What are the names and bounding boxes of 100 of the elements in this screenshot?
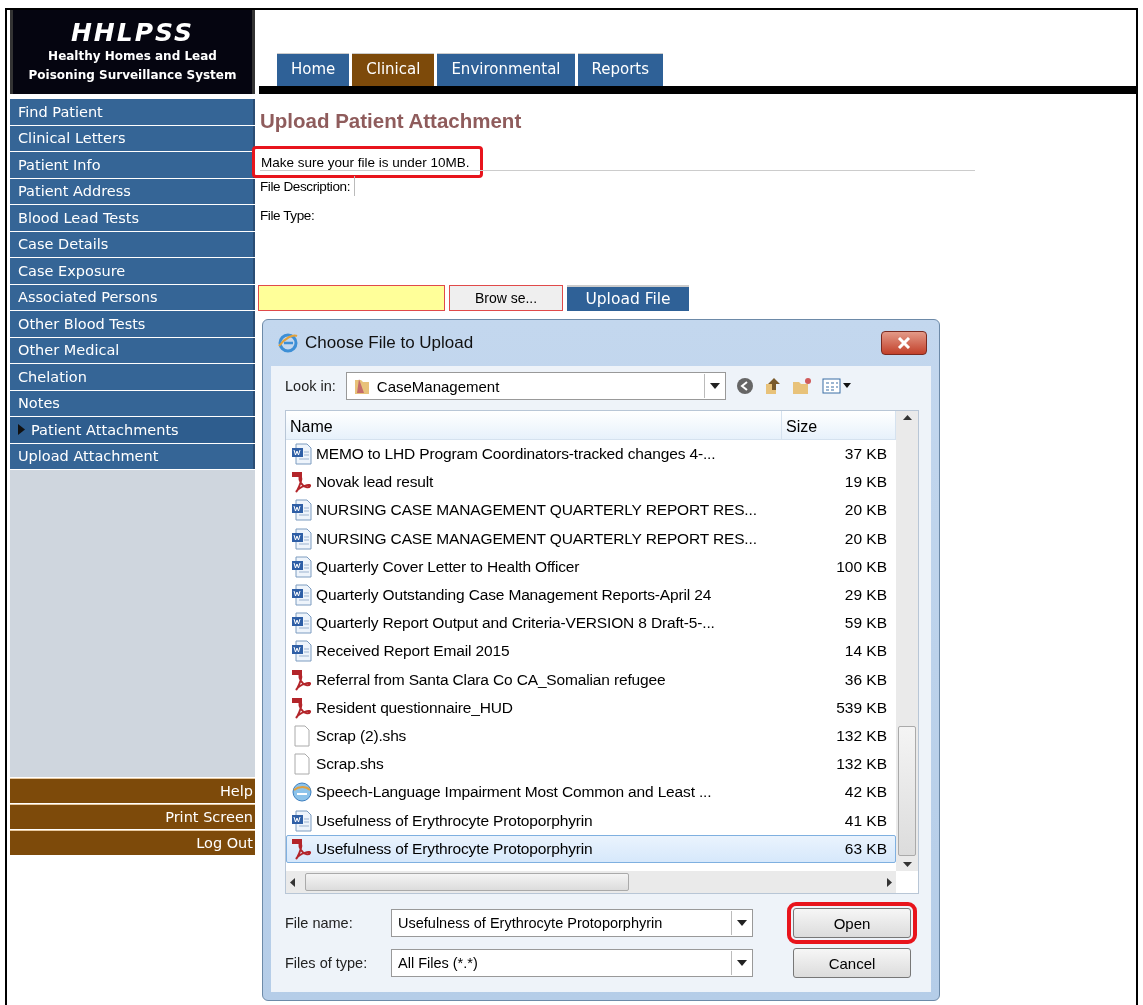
sidebar-item[interactable]: Notes: [10, 390, 255, 416]
sidebar-footer-link[interactable]: Log Out: [10, 830, 255, 855]
view-menu-icon[interactable]: [821, 378, 852, 394]
file-row[interactable]: Usefulness of Erythrocyte Protoporphyrin 41 KB: [286, 806, 896, 835]
file-name: Usefulness of Erythrocyte Protoporphyrin: [316, 811, 593, 830]
file-size: 63 KB: [843, 839, 888, 858]
file-name: Speech-Language Impairment Most Common and Least ...: [316, 783, 712, 802]
file-name: Novak lead result: [316, 473, 434, 492]
file-row[interactable]: Usefulness of Erythrocyte Protoporphyrin 63 KB: [286, 834, 896, 863]
sidebar-item[interactable]: Chelation: [10, 364, 255, 390]
dropdown-caret-icon[interactable]: [737, 960, 747, 966]
close-button[interactable]: [881, 331, 927, 355]
pdf-document-icon: [291, 471, 313, 494]
nav-tab[interactable]: Reports: [577, 53, 664, 86]
file-row[interactable]: Novak lead result 19 KB: [286, 468, 896, 497]
file-row[interactable]: Referral from Santa Clara Co CA_Somalian refugee 36 KB: [286, 665, 896, 694]
browse-button[interactable]: Brow se...: [449, 285, 563, 311]
file-size: 29 KB: [843, 586, 888, 605]
folder-dropdown[interactable]: CaseManagement: [345, 372, 726, 400]
word-document-icon: [291, 612, 313, 635]
sidebar-item[interactable]: Patient Info: [10, 152, 255, 178]
file-row[interactable]: Scrap.shs 132 KB: [286, 750, 896, 779]
sidebar-item[interactable]: Other Medical: [10, 337, 255, 363]
file-row[interactable]: NURSING CASE MANAGEMENT QUARTERLY REPORT RES... 20 KB: [286, 496, 896, 525]
scroll-down-icon[interactable]: [902, 862, 912, 867]
file-row[interactable]: Resident questionnaire_HUD 539 KB: [286, 693, 896, 722]
sidebar-item[interactable]: Patient Address: [10, 178, 255, 204]
file-name: MEMO to LHD Program Coordinators-tracked changes 4-...: [316, 445, 716, 464]
file-type-dropdown[interactable]: All Files (*.*): [391, 949, 753, 977]
file-path-field[interactable]: [258, 285, 445, 311]
word-document-icon: [291, 527, 313, 550]
nav-tab[interactable]: Home: [277, 53, 350, 86]
file-row[interactable]: Scrap (2).shs 132 KB: [286, 721, 896, 751]
nav-tab[interactable]: Clinical: [352, 53, 435, 86]
word-document-icon: [291, 809, 313, 832]
upload-file-button[interactable]: Upload File: [567, 285, 689, 311]
file-name-field[interactable]: Usefulness of Erythrocyte Protoporphyrin: [391, 909, 753, 937]
dropdown-caret-icon[interactable]: [737, 920, 747, 926]
sidebar-item[interactable]: Case Exposure: [10, 258, 255, 284]
word-document-icon: [291, 499, 313, 522]
word-document-icon: [291, 584, 313, 607]
file-row[interactable]: Received Report Email 2015 14 KB: [286, 637, 896, 666]
sidebar-item[interactable]: Clinical Letters: [10, 125, 255, 151]
file-size: 14 KB: [843, 642, 888, 661]
file-type-label: Files of type:: [285, 955, 369, 971]
cancel-button[interactable]: Cancel: [793, 948, 911, 978]
file-name: Scrap (2).shs: [316, 726, 407, 745]
pdf-document-icon: [291, 696, 313, 719]
blank-document-icon: [291, 753, 313, 776]
sidebar-footer-link[interactable]: Print Screen: [10, 804, 255, 829]
file-row[interactable]: MEMO to LHD Program Coordinators-tracked changes 4-... 37 KB: [286, 440, 896, 469]
file-name: Resident questionnaire_HUD: [316, 698, 513, 717]
vertical-scrollbar[interactable]: [896, 411, 918, 871]
file-row[interactable]: NURSING CASE MANAGEMENT QUARTERLY REPORT RES... 20 KB: [286, 524, 896, 553]
scroll-left-icon[interactable]: [290, 877, 295, 887]
back-icon[interactable]: [735, 377, 754, 395]
word-document-icon: [291, 555, 313, 578]
scroll-thumb[interactable]: [898, 726, 916, 856]
file-name: NURSING CASE MANAGEMENT QUARTERLY REPORT RES...: [316, 501, 757, 520]
dropdown-caret-icon[interactable]: [709, 383, 720, 389]
up-folder-icon[interactable]: [763, 376, 782, 396]
horizontal-scrollbar[interactable]: [286, 871, 896, 893]
sidebar-item[interactable]: Find Patient: [10, 99, 255, 125]
scroll-up-icon[interactable]: [902, 415, 912, 420]
sidebar-item[interactable]: Blood Lead Tests: [10, 205, 255, 231]
file-size: 100 KB: [835, 557, 888, 576]
file-row[interactable]: Quarterly Report Output and Criteria-VERSION 8 Draft-5-... 59 KB: [286, 609, 896, 638]
word-document-icon: [291, 443, 313, 466]
scroll-thumb[interactable]: [305, 873, 629, 891]
sidebar-item[interactable]: Other Blood Tests: [10, 311, 255, 337]
sidebar-footer-link[interactable]: Help: [10, 778, 255, 803]
file-name-label: File name:: [285, 915, 354, 931]
sidebar-item[interactable]: Patient Attachments: [10, 417, 255, 443]
file-name: Quarterly Outstanding Case Management Reports-April 24: [316, 586, 712, 605]
file-name: NURSING CASE MANAGEMENT QUARTERLY REPORT RES...: [316, 529, 757, 548]
file-row[interactable]: Speech-Language Impairment Most Common and Least ... 42 KB: [286, 778, 896, 807]
file-name: Quarterly Report Output and Criteria-VERSION 8 Draft-5-...: [316, 614, 715, 633]
file-name: Received Report Email 2015: [316, 642, 510, 661]
nav-tab[interactable]: Environmental: [437, 53, 575, 86]
file-size: 539 KB: [835, 698, 888, 717]
file-size: 20 KB: [843, 501, 888, 520]
pdf-document-icon: [291, 837, 313, 860]
sidebar-item[interactable]: Associated Persons: [10, 284, 255, 310]
new-folder-icon[interactable]: [791, 377, 812, 395]
sidebar-item[interactable]: Upload Attachment: [10, 443, 255, 469]
file-name: Usefulness of Erythrocyte Protoporphyrin: [316, 839, 593, 858]
file-size: 36 KB: [843, 670, 888, 689]
look-in-label: Look in:: [285, 378, 336, 394]
page-title: Upload Patient Attachment: [260, 109, 523, 133]
scroll-right-icon[interactable]: [887, 877, 892, 887]
file-size: 59 KB: [843, 614, 888, 633]
sidebar-item[interactable]: Case Details: [10, 231, 255, 257]
column-header[interactable]: Name: [286, 411, 782, 439]
size-note: Make sure your file is under 10MB.: [252, 146, 483, 178]
file-row[interactable]: Quarterly Cover Letter to Health Officer 100 KB: [286, 552, 896, 581]
file-size: 19 KB: [843, 473, 888, 492]
file-row[interactable]: Quarterly Outstanding Case Management Reports-April 24 29 KB: [286, 580, 896, 610]
word-document-icon: [291, 640, 313, 663]
file-size: 42 KB: [843, 783, 888, 802]
file-name: Quarterly Cover Letter to Health Officer: [316, 557, 580, 576]
